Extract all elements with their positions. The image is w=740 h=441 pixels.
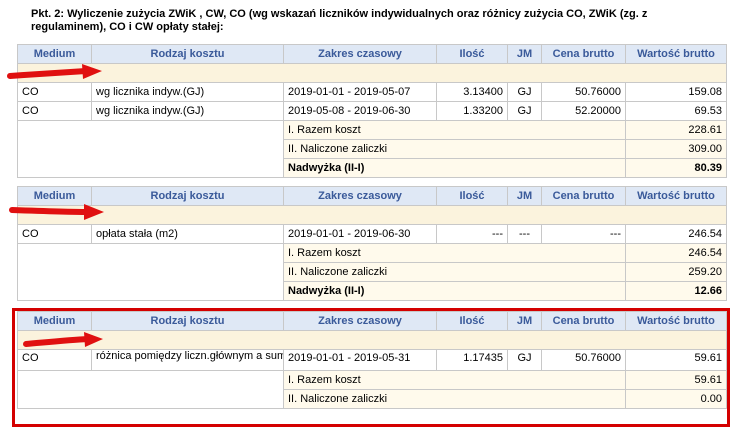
col-zakres-czasowy: Zakres czasowy [283,44,437,64]
cell-ilosc: 3.13400 [436,82,508,102]
summary-value: 80.39 [625,158,727,178]
cell-zakres: 2019-01-01 - 2019-05-07 [283,82,437,102]
col-cena-brutto: Cena brutto [541,311,626,331]
summary-value: 59.61 [625,370,727,390]
summary-row: I. Razem koszt 59.61 [17,370,727,409]
col-medium: Medium [17,44,92,64]
summary-label: I. Razem koszt [283,243,626,263]
summary-value: 309.00 [625,139,727,159]
col-rodzaj-kosztu: Rodzaj kosztu [91,186,284,206]
cell-wartosc: 159.08 [625,82,727,102]
summary-row: I. Razem koszt 228.61 [17,120,727,178]
summary-value: 12.66 [625,281,727,301]
header-row: Medium Rodzaj kosztu Zakres czasowy Iloś… [17,311,727,331]
col-wartosc-brutto: Wartość brutto [625,311,727,331]
col-jm: JM [507,311,542,331]
table-row: CO opłata stała (m2) 2019-01-01 - 2019-0… [17,224,727,244]
summary-label: II. Naliczone zaliczki [283,262,626,282]
col-ilosc: Ilość [436,311,508,331]
cell-zakres: 2019-05-08 - 2019-06-30 [283,101,437,121]
section-title: Pkt. 2: Wyliczenie zużycia ZWiK , CW, CO… [31,8,648,33]
cell-medium: CO [17,349,92,371]
cell-rodzaj: wg licznika indyw.(GJ) [91,101,284,121]
summary-value: 246.54 [625,243,727,263]
summary-label: Nadwyżka (II-I) [283,281,626,301]
cell-ilosc: 1.17435 [436,349,508,371]
cell-wartosc: 246.54 [625,224,727,244]
cell-wartosc: 69.53 [625,101,727,121]
table-row: CO wg licznika indyw.(GJ) 2019-05-08 - 2… [17,101,727,121]
cell-rodzaj: opłata stała (m2) [91,224,284,244]
col-cena-brutto: Cena brutto [541,186,626,206]
summary-label: I. Razem koszt [283,370,626,390]
header-row: Medium Rodzaj kosztu Zakres czasowy Iloś… [17,44,727,64]
summary-row: I. Razem koszt 246.54 [17,243,727,301]
red-arrow-icon [9,204,104,220]
consumption-table-3: Medium Rodzaj kosztu Zakres czasowy Iloś… [17,311,727,409]
cell-medium: CO [17,82,92,102]
red-arrow-icon [23,332,103,347]
cell-cena: 50.76000 [541,82,626,102]
cell-medium: CO [17,224,92,244]
col-medium: Medium [17,311,92,331]
cell-rodzaj: wg licznika indyw.(GJ) [91,82,284,102]
header-row: Medium Rodzaj kosztu Zakres czasowy Iloś… [17,186,727,206]
col-zakres-czasowy: Zakres czasowy [283,311,437,331]
col-wartosc-brutto: Wartość brutto [625,44,727,64]
table-row: CO różnica pomiędzy liczn.głównym a sumą… [17,349,727,371]
cell-ilosc: 1.33200 [436,101,508,121]
col-jm: JM [507,186,542,206]
section-row [17,330,727,350]
col-rodzaj-kosztu: Rodzaj kosztu [91,311,284,331]
summary-value: 259.20 [625,262,727,282]
cell-jm: --- [507,224,542,244]
cell-wartosc: 59.61 [625,349,727,371]
summary-label: I. Razem koszt [283,120,626,140]
table-row: CO wg licznika indyw.(GJ) 2019-01-01 - 2… [17,82,727,102]
cell-ilosc: --- [436,224,508,244]
col-ilosc: Ilość [436,44,508,64]
cell-jm: GJ [507,101,542,121]
summary-label: Nadwyżka (II-I) [283,158,626,178]
red-arrow-icon [7,64,102,79]
consumption-table-2: Medium Rodzaj kosztu Zakres czasowy Iloś… [17,186,727,301]
cell-jm: GJ [507,349,542,371]
cell-zakres: 2019-01-01 - 2019-06-30 [283,224,437,244]
summary-label: II. Naliczone zaliczki [283,139,626,159]
summary-value: 228.61 [625,120,727,140]
section-row [17,205,727,225]
consumption-table-1: Medium Rodzaj kosztu Zakres czasowy Iloś… [17,44,727,178]
cell-rodzaj: różnica pomiędzy liczn.głównym a sumą li… [91,349,284,371]
col-wartosc-brutto: Wartość brutto [625,186,727,206]
col-zakres-czasowy: Zakres czasowy [283,186,437,206]
summary-label: II. Naliczone zaliczki [283,389,626,409]
cell-zakres: 2019-01-01 - 2019-05-31 [283,349,437,371]
col-rodzaj-kosztu: Rodzaj kosztu [91,44,284,64]
col-cena-brutto: Cena brutto [541,44,626,64]
col-ilosc: Ilość [436,186,508,206]
cell-cena: 50.76000 [541,349,626,371]
cell-medium: CO [17,101,92,121]
cell-jm: GJ [507,82,542,102]
summary-value: 0.00 [625,389,727,409]
cell-cena: 52.20000 [541,101,626,121]
section-row [17,63,727,83]
cell-cena: --- [541,224,626,244]
col-jm: JM [507,44,542,64]
